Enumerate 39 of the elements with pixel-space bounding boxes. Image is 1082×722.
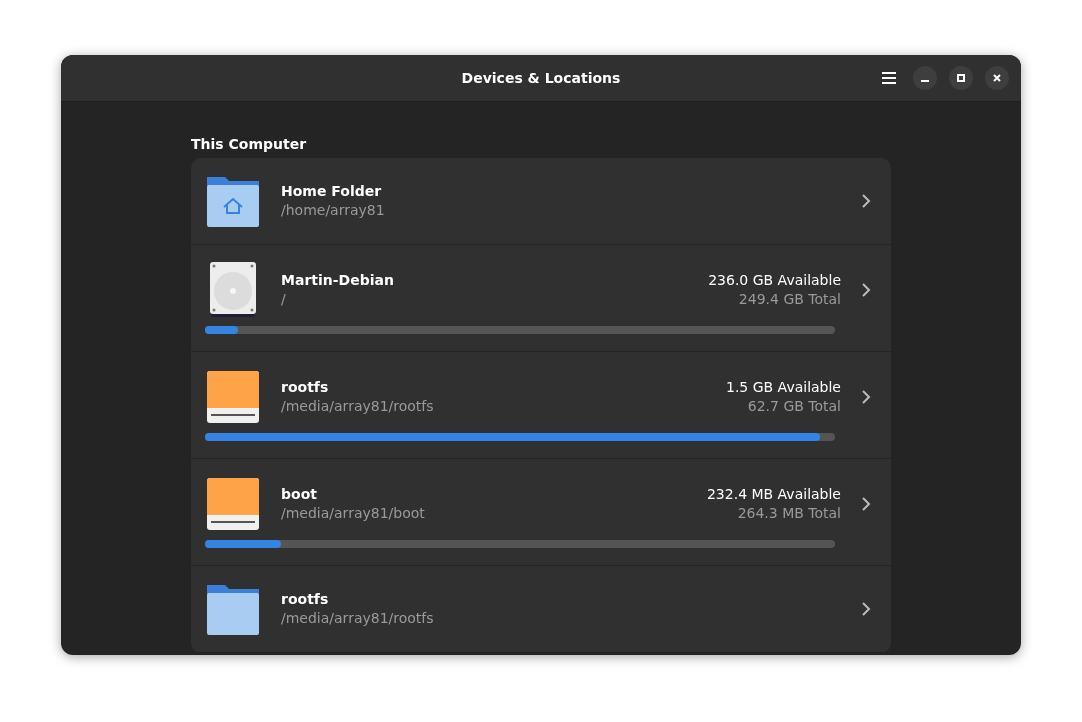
maximize-icon (956, 73, 966, 83)
total-space: 62.7 GB Total (747, 397, 841, 416)
place-row[interactable]: Home Folder /home/array81 (191, 158, 891, 245)
place-name: Home Folder (281, 182, 383, 201)
place-row[interactable]: Martin-Debian / 236.0 GB Available 249.4 GB Total (191, 245, 891, 352)
maximize-button[interactable] (949, 66, 973, 90)
place-name: rootfs (281, 590, 330, 609)
home-folder-icon (207, 175, 259, 227)
window-title: Devices & Locations (461, 70, 621, 86)
drive-icon (207, 371, 259, 423)
place-row[interactable]: rootfs /media/array81/rootfs 1.5 GB Available 62.7 GB Total (191, 352, 891, 459)
chevron-right-icon (861, 496, 871, 512)
place-row[interactable]: boot /media/array81/boot 232.4 MB Available 264.3 MB Total (191, 459, 891, 566)
place-row[interactable]: rootfs /media/array81/rootfs (191, 566, 891, 653)
place-name: Martin-Debian (281, 271, 395, 290)
available-space: 236.0 GB Available (708, 271, 841, 290)
place-name: rootfs (281, 378, 330, 397)
close-icon (992, 73, 1002, 83)
chevron-right-icon (861, 282, 871, 298)
total-space: 264.3 MB Total (737, 504, 841, 523)
place-path: /media/array81/rootfs (281, 397, 435, 416)
total-space: 249.4 GB Total (738, 290, 841, 309)
minimize-button[interactable] (913, 66, 937, 90)
close-button[interactable] (985, 66, 1009, 90)
chevron-right-icon (861, 389, 871, 405)
folder-icon (207, 583, 259, 635)
place-path: / (281, 290, 287, 309)
place-path: /media/array81/rootfs (281, 609, 435, 628)
place-path: /media/array81/boot (281, 504, 426, 523)
available-space: 1.5 GB Available (726, 378, 841, 397)
place-path: /home/array81 (281, 201, 386, 220)
place-name: boot (281, 485, 318, 504)
minimize-icon (921, 80, 929, 82)
section-title: This Computer (191, 136, 308, 152)
chevron-right-icon (861, 601, 871, 617)
chevron-right-icon (861, 193, 871, 209)
drive-icon (207, 478, 259, 530)
menu-icon (882, 72, 896, 84)
available-space: 232.4 MB Available (706, 485, 841, 504)
